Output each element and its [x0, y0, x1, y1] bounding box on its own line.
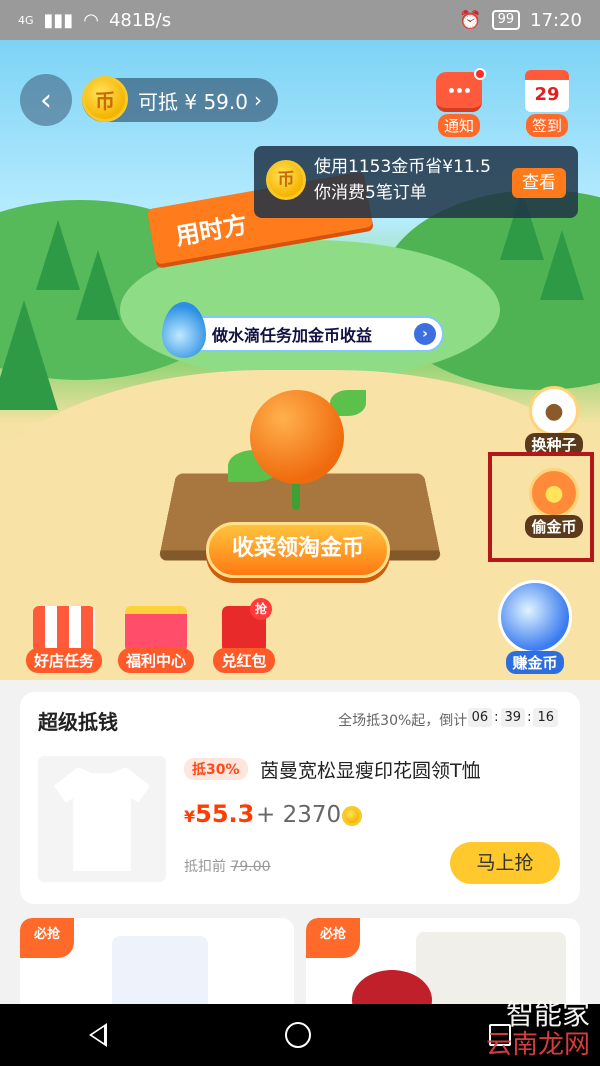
potion-icon — [498, 580, 572, 654]
coin-balance-pill[interactable]: 币 可抵 ¥ 59.0 › — [82, 76, 278, 122]
battery-icon: 99 — [491, 10, 521, 30]
chevron-right-icon: › — [414, 323, 436, 345]
chevron-left-icon: ‹ — [40, 82, 52, 118]
card-title: 超级抵钱 — [38, 710, 118, 734]
message-icon — [436, 68, 486, 112]
product-image[interactable] — [38, 756, 166, 882]
coin-icon: 币 — [82, 76, 128, 122]
red-envelope-icon: 抢 — [222, 598, 272, 652]
chevron-right-icon: › — [253, 88, 262, 112]
countdown-seconds: 16 — [533, 708, 558, 727]
welfare-label: 福利中心 — [118, 648, 194, 673]
countdown-timer: 06: 39: 16 — [467, 708, 558, 727]
harvest-button[interactable]: 收菜领淘金币 — [206, 522, 390, 578]
checkin-label: 签到 — [525, 114, 568, 137]
farm-scene: ‹ 币 可抵 ¥ 59.0 › 通知 29 签到 用时方 币 使用1153金币省… — [0, 40, 600, 680]
plus-coins: + 2370 — [256, 802, 342, 828]
change-seed-button[interactable]: ● 换种子 — [524, 386, 584, 456]
water-task-button[interactable]: 做水滴任务加金币收益 › — [162, 302, 444, 358]
original-price: 抵扣前 79.00 — [184, 856, 271, 876]
water-task-label: 做水滴任务加金币收益 — [212, 326, 373, 345]
notify-button[interactable]: 通知 — [428, 68, 490, 137]
earn-coins-button[interactable]: 赚金币 — [490, 580, 580, 674]
calendar-icon: 29 — [525, 70, 569, 112]
notify-label: 通知 — [437, 114, 480, 137]
redeem-button[interactable]: 抢 兑红包 — [206, 598, 282, 673]
tree — [36, 220, 80, 290]
grab-badge: 抢 — [250, 598, 272, 620]
view-button[interactable]: 查看 — [512, 168, 566, 198]
orange-fruit[interactable] — [250, 390, 344, 484]
before-label: 抵扣前 — [184, 859, 226, 875]
product-name[interactable]: 茵曼宽松显瘦印花圆领T恤 — [260, 756, 481, 783]
network-label: 4G — [18, 13, 34, 27]
highlight-box — [488, 452, 594, 562]
tree — [0, 300, 58, 410]
before-price: 79.00 — [230, 859, 271, 875]
alarm-icon: ⏰ — [459, 9, 482, 31]
savings-tooltip: 币 使用1153金币省¥11.5 你消费5笔订单 查看 — [254, 146, 578, 218]
status-bar: 4G ▮▮▮ ◠ 481B/s ⏰ 99 17:20 — [0, 0, 600, 40]
price: ¥55.3 — [184, 800, 254, 828]
tshirt-image — [54, 767, 150, 871]
plant-stem — [292, 480, 300, 510]
watermark: 智能家 云南龙网 — [485, 998, 590, 1061]
redeem-label: 兑红包 — [213, 648, 275, 673]
back-icon[interactable] — [89, 1023, 107, 1047]
watermark-line2: 云南龙网 — [485, 1030, 590, 1060]
card-subtitle: 全场抵30%起，倒计时: — [338, 713, 486, 729]
must-grab-tag: 必抢 — [20, 918, 74, 958]
unread-dot — [474, 68, 486, 80]
coin-icon: 币 — [266, 160, 306, 200]
home-icon[interactable] — [285, 1022, 311, 1048]
shop-icon — [33, 606, 95, 652]
price-symbol: ¥ — [184, 807, 196, 826]
back-button[interactable]: ‹ — [20, 74, 72, 126]
coin-icon — [342, 806, 362, 826]
shop-tasks-button[interactable]: 好店任务 — [26, 606, 102, 673]
checkin-button[interactable]: 29 签到 — [516, 70, 578, 137]
countdown-hours: 06 — [467, 708, 493, 727]
tree — [540, 230, 584, 300]
gift-icon — [125, 606, 187, 652]
must-grab-tag: 必抢 — [306, 918, 360, 958]
price-value: 55.3 — [195, 800, 255, 828]
super-deal-card: 超级抵钱 全场抵30%起，倒计时: 06: 39: 16 抵30% 茵曼宽松显瘦… — [20, 692, 580, 904]
wifi-icon: ◠ — [83, 9, 99, 31]
countdown-minutes: 39 — [500, 708, 526, 727]
time: 17:20 — [530, 9, 582, 31]
watermark-line1: 智能家 — [505, 998, 590, 1031]
net-speed: 481B/s — [108, 9, 172, 31]
welfare-button[interactable]: 福利中心 — [118, 606, 194, 673]
signal-icon: ▮▮▮ — [43, 9, 74, 31]
seed-icon: ● — [529, 386, 579, 436]
tree — [76, 250, 120, 320]
discount-tag: 抵30% — [184, 758, 248, 780]
coin-balance-label: 可抵 ¥ 59.0 — [138, 89, 248, 114]
product-card[interactable]: 必抢 — [20, 918, 294, 1018]
shop-tasks-label: 好店任务 — [26, 648, 102, 673]
earn-coins-label: 赚金币 — [506, 651, 564, 674]
buy-now-button[interactable]: 马上抢 — [450, 842, 560, 884]
